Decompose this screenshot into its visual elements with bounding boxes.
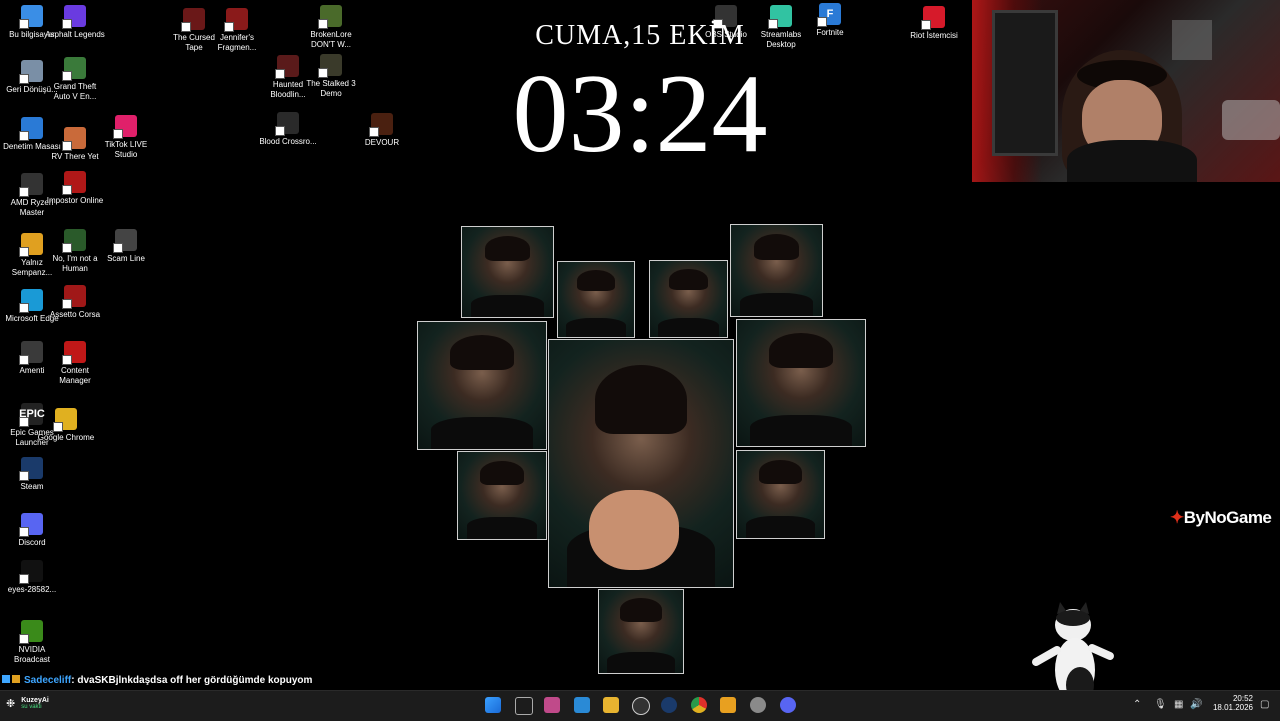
nvidia-broadcast-icon <box>19 620 43 644</box>
desktop-icon-label: Scam Line <box>107 254 145 263</box>
system-time: 20:52 <box>1232 694 1253 703</box>
volume-icon[interactable]: 🔊 <box>1190 699 1202 710</box>
google-chrome-icon <box>53 408 77 432</box>
widget-subtitle: su vakti <box>21 704 42 710</box>
desktop-icon-assetto-corsa[interactable]: Assetto Corsa <box>45 285 105 320</box>
shortcut-arrow-icon <box>19 574 29 584</box>
desktop-icon-label: Content Manager <box>59 366 91 385</box>
desktop-icon-eyes-file[interactable]: eyes-28582... <box>2 560 62 595</box>
desktop-icon-impostor-online[interactable]: Impostor Online <box>45 171 105 206</box>
chat-text: : dvaSKBjlnkdaşdsa off her gördüğümde ko… <box>71 675 313 686</box>
chat-badge-icon <box>12 675 20 683</box>
taskbar: ❉ KuzeyAi su vakti ⌃ 🎙 ▦ 🔊 20:52 18.01.2… <box>0 690 1280 721</box>
bynogame-logo: ✦ByNoGame <box>1170 508 1272 528</box>
photos-icon[interactable] <box>574 697 590 713</box>
amd-ryzen-icon <box>19 173 43 197</box>
desktop-icon-label: Impostor Online <box>46 196 104 205</box>
microsoft-edge-icon <box>19 289 43 313</box>
no-im-not-a-human-icon <box>62 229 86 253</box>
chat-badge-icon <box>2 675 10 683</box>
shortcut-arrow-icon <box>62 185 72 195</box>
bynogame-flame-icon: ✦ <box>1170 508 1184 527</box>
desktop-icon-content-manager[interactable]: Content Manager <box>45 341 105 386</box>
collage-photo <box>461 226 554 318</box>
settings-icon[interactable] <box>750 697 766 713</box>
shortcut-arrow-icon <box>19 355 29 365</box>
discord-taskbar-icon[interactable] <box>780 697 796 713</box>
shortcut-arrow-icon <box>62 355 72 365</box>
media-player-icon[interactable] <box>720 697 736 713</box>
collage-photo <box>457 451 547 540</box>
amenti-icon <box>19 341 43 365</box>
shortcut-arrow-icon <box>113 243 123 253</box>
desktop-icon-label: Google Chrome <box>37 433 95 442</box>
steam-taskbar-icon[interactable] <box>661 697 677 713</box>
weather-icon: ❉ <box>6 698 16 710</box>
discord-icon <box>19 513 43 537</box>
system-date: 18.01.2026 <box>1212 703 1253 712</box>
system-clock[interactable]: 20:52 18.01.2026 <box>1208 694 1253 712</box>
collage-photo <box>730 224 823 317</box>
desktop-icon-label: Assetto Corsa <box>49 310 101 319</box>
collage-photo <box>736 319 866 447</box>
microphone-icon[interactable]: 🎙 <box>1154 699 1167 710</box>
shortcut-arrow-icon <box>62 299 72 309</box>
brand-text: ByNoGame <box>1183 508 1272 527</box>
start-button-windows-icon[interactable] <box>485 697 501 713</box>
snipping-tool-icon[interactable] <box>544 697 560 713</box>
collage-photo <box>557 261 635 338</box>
chat-username: Sadeceliff <box>24 675 72 686</box>
desktop-icon-nvidia-broadcast[interactable]: NVIDIA Broadcast <box>2 620 62 665</box>
desktop-icon-steam[interactable]: Steam <box>2 457 62 492</box>
impostor-online-icon <box>62 171 86 195</box>
shortcut-arrow-icon <box>19 303 29 313</box>
shortcut-arrow-icon <box>19 471 29 481</box>
task-view-icon[interactable] <box>515 697 533 715</box>
file-explorer-icon[interactable] <box>603 697 619 713</box>
collage-photo <box>736 450 825 539</box>
desktop-icon-discord[interactable]: Discord <box>2 513 62 548</box>
webcam-overlay <box>972 0 1280 182</box>
scam-line-icon <box>113 229 137 253</box>
chat-message: Sadeceliff: dvaSKBjlnkdaşdsa off her gör… <box>2 675 312 686</box>
widget-title: KuzeyAi <box>21 697 49 704</box>
shortcut-arrow-icon <box>53 422 63 432</box>
steam-icon <box>19 457 43 481</box>
network-icon[interactable]: ▦ <box>1174 699 1183 710</box>
chrome-taskbar-icon[interactable] <box>691 697 707 713</box>
chevron-up-icon[interactable]: ⌃ <box>1133 699 1141 710</box>
shortcut-arrow-icon <box>19 634 29 644</box>
collage-photo-main <box>548 339 734 588</box>
shortcut-arrow-icon <box>19 187 29 197</box>
collage-photo <box>598 589 684 674</box>
weather-widget[interactable]: ❉ KuzeyAi su vakti <box>6 697 49 710</box>
collage-photo <box>417 321 547 450</box>
eyes-file-icon <box>19 560 43 584</box>
desktop-icon-label: Discord <box>18 538 46 547</box>
collage-photo <box>649 260 728 338</box>
notification-icon[interactable]: ▢ <box>1260 699 1269 710</box>
assetto-corsa-icon <box>62 285 86 309</box>
desktop-icon-google-chrome[interactable]: Google Chrome <box>36 408 96 443</box>
shortcut-arrow-icon <box>19 247 29 257</box>
desktop-icon-label: NVIDIA Broadcast <box>13 645 51 664</box>
desktop-icon-scam-line[interactable]: Scam Line <box>96 229 156 264</box>
yalniz-sempanze-icon <box>19 233 43 257</box>
shortcut-arrow-icon <box>19 527 29 537</box>
obs-taskbar-icon[interactable] <box>632 697 650 715</box>
desktop-icon-label: Steam <box>20 482 44 491</box>
shortcut-arrow-icon <box>19 417 29 427</box>
shortcut-arrow-icon <box>62 243 72 253</box>
content-manager-icon <box>62 341 86 365</box>
desktop-icon-label: eyes-28582... <box>7 585 57 594</box>
